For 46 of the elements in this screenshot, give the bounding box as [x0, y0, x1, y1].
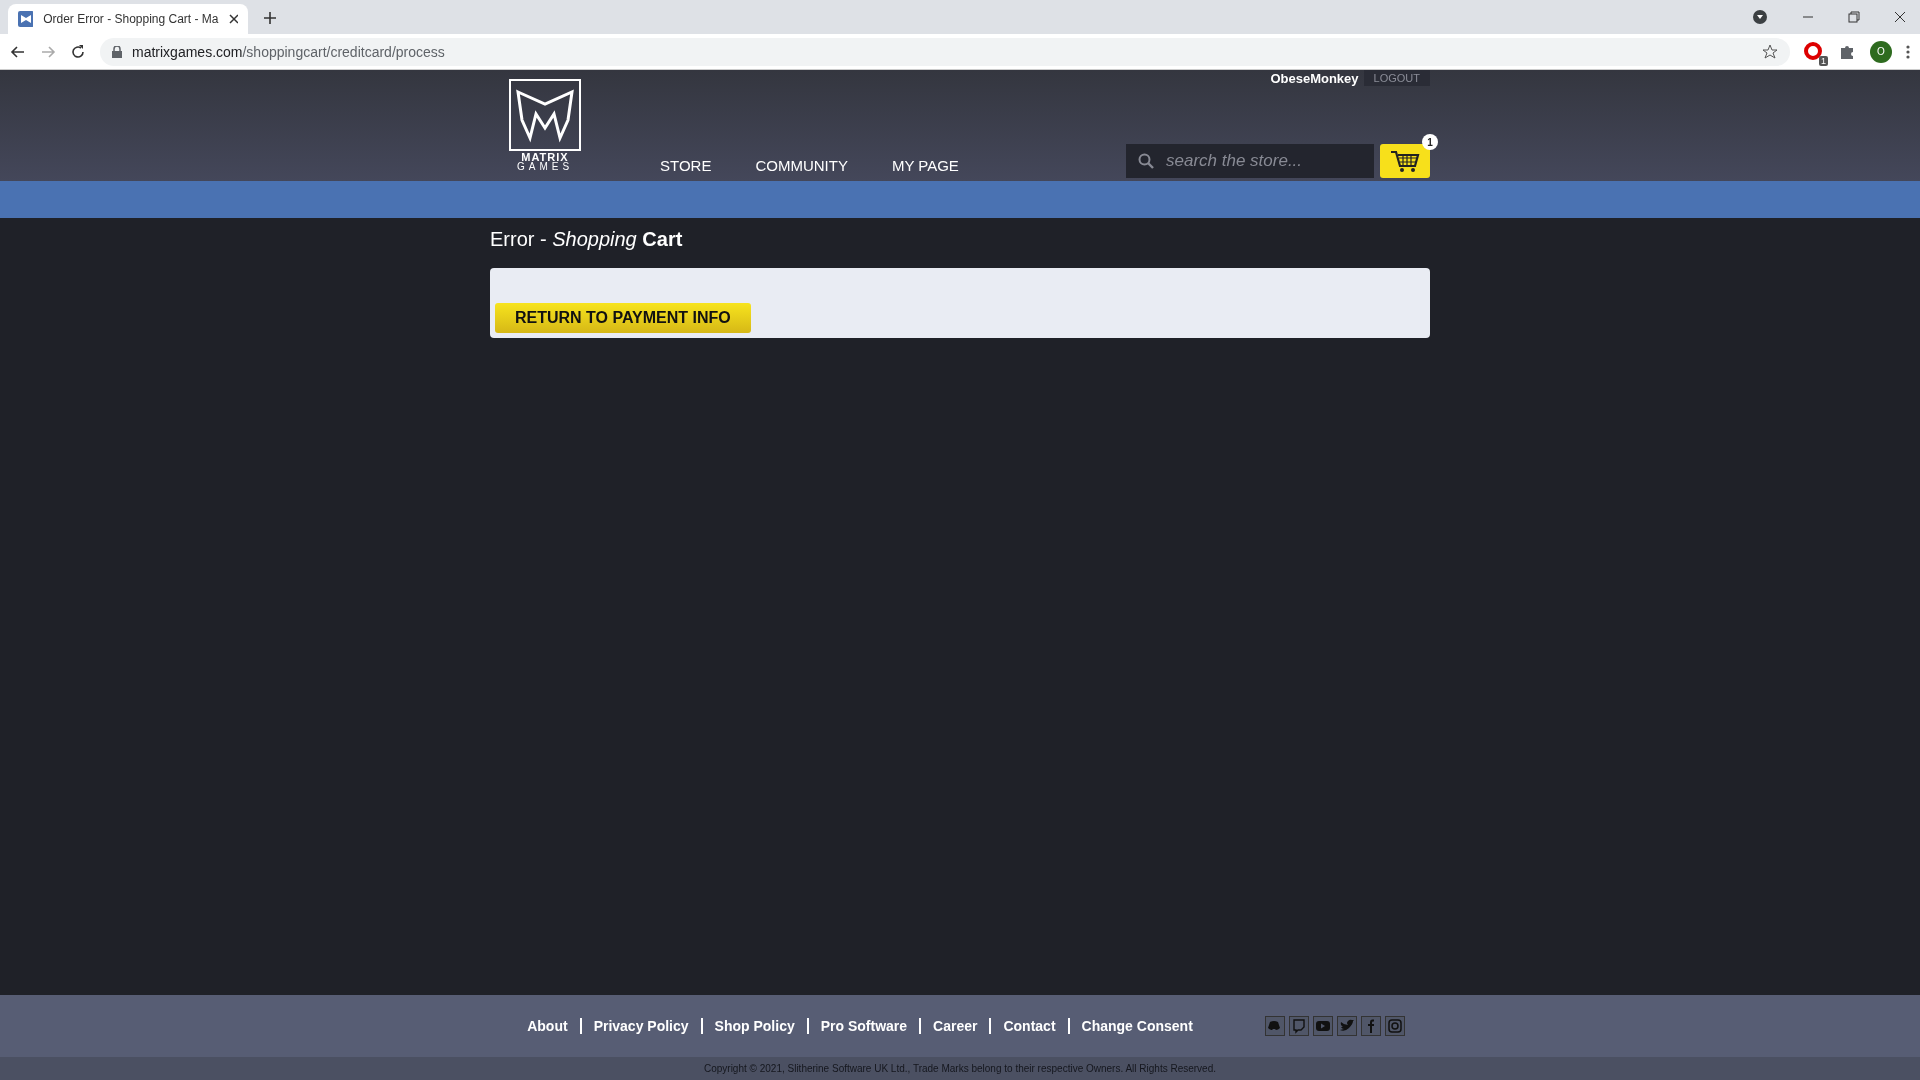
- bookmark-star-icon[interactable]: [1762, 43, 1778, 60]
- footer-link[interactable]: Contact: [991, 1018, 1068, 1034]
- restore-icon[interactable]: [1848, 11, 1860, 23]
- profile-avatar[interactable]: O: [1870, 40, 1892, 63]
- search-field[interactable]: search the store...: [1126, 144, 1374, 178]
- logo-text: MATRIX: [521, 152, 569, 162]
- return-button[interactable]: RETURN TO PAYMENT INFO: [495, 303, 751, 333]
- site-favicon-icon: [18, 11, 34, 27]
- search-icon: [1138, 153, 1154, 169]
- nav-link[interactable]: MY PAGE: [891, 157, 959, 174]
- back-icon[interactable]: [10, 43, 26, 60]
- page-title: Error - Shopping Cart: [490, 228, 684, 251]
- logo-text: GAMES: [516, 162, 574, 172]
- footer-link[interactable]: About: [515, 1018, 580, 1034]
- extension-badge: 1: [1819, 55, 1828, 66]
- bird-icon[interactable]: [1336, 1016, 1357, 1036]
- footer-link[interactable]: Pro Software: [808, 1018, 920, 1034]
- copyright-text: Copyright © 2021, Slitherine Software UK Ltd., Trade Marks belong to their respective Owners. All Rights Reserved.: [703, 1063, 1217, 1074]
- cart-icon: [1390, 149, 1420, 173]
- extension-icon[interactable]: [1804, 41, 1824, 62]
- address-bar[interactable]: matrixgames.com/shoppingcart/creditcard/process: [100, 37, 1790, 66]
- emblem-icon: [508, 78, 582, 152]
- reload-icon[interactable]: [70, 43, 86, 60]
- close-icon[interactable]: [1894, 11, 1906, 23]
- twitch-icon[interactable]: [1288, 1016, 1309, 1036]
- cart-button[interactable]: [1380, 144, 1430, 178]
- tab-title: Order Error - Shopping Cart - Ma: [43, 12, 219, 26]
- footer-link[interactable]: Shop Policy: [702, 1018, 807, 1034]
- username[interactable]: ObeseMonkey: [1270, 70, 1359, 86]
- video-play-icon[interactable]: [1312, 1016, 1333, 1036]
- close-icon[interactable]: [228, 14, 238, 24]
- tab-search-icon[interactable]: [1752, 9, 1768, 25]
- facebook-icon[interactable]: [1360, 1016, 1381, 1036]
- footer-link[interactable]: Privacy Policy: [581, 1018, 701, 1034]
- footer-link[interactable]: Career: [921, 1018, 990, 1034]
- site-logo[interactable]: MATRIX GAMES: [508, 78, 582, 181]
- cart-count-badge: 1: [1422, 134, 1438, 150]
- lock-icon: [112, 45, 122, 58]
- nav-link[interactable]: COMMUNITY: [755, 157, 848, 174]
- url-text: matrixgames.com/shoppingcart/creditcard/process: [132, 43, 445, 60]
- logout-button[interactable]: LOGOUT: [1363, 70, 1430, 86]
- camera-icon[interactable]: [1384, 1016, 1405, 1036]
- browser-tab[interactable]: Order Error - Shopping Cart - Ma: [8, 4, 248, 34]
- menu-icon[interactable]: [1906, 43, 1910, 60]
- footer-link[interactable]: Change Consent: [1069, 1018, 1205, 1034]
- nav-link[interactable]: STORE: [660, 157, 712, 174]
